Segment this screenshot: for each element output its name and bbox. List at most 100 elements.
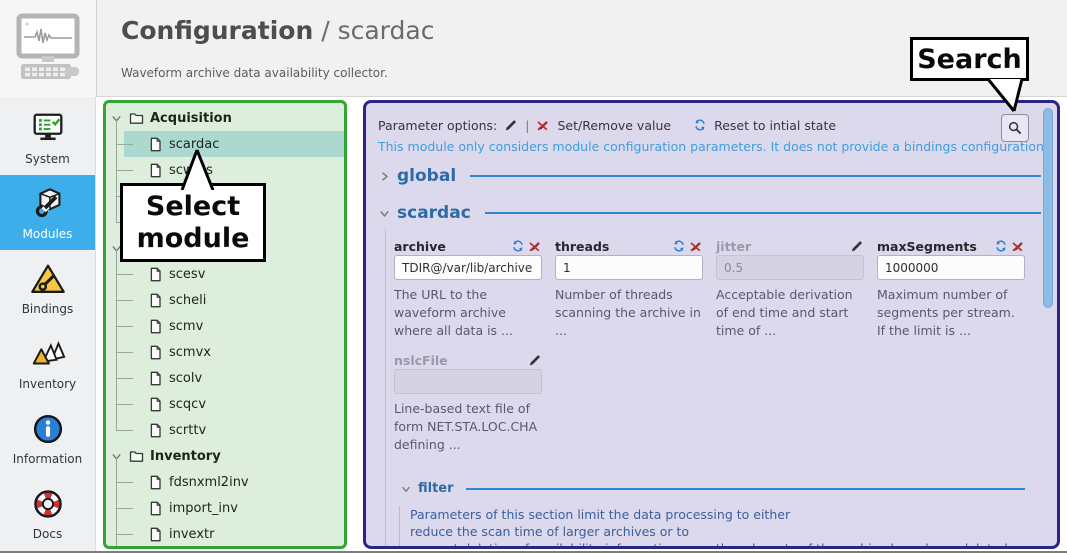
set-remove-value-label: Set/Remove value [557,118,671,133]
section-divider-line [466,488,1025,490]
file-icon [148,475,163,490]
module-notice: This module only considers module config… [378,139,1045,154]
param-name: jitter [716,239,751,254]
maxSegments-input[interactable] [877,255,1025,280]
app-logo [0,0,97,97]
tree-item-scardac[interactable]: scardac [106,131,344,157]
chevron-right-icon[interactable] [378,170,391,183]
threads-input[interactable] [555,255,703,280]
param-description: Number of threads scanning the archive i… [555,286,703,339]
select-module-callout-pointer [172,146,224,190]
subsection-filter[interactable]: filter [399,480,1025,498]
bindings-warning-wrench-icon [28,259,68,299]
file-icon [148,267,163,282]
section-divider-line [470,175,1041,177]
file-icon [148,397,163,412]
edit-value-icon[interactable] [504,118,518,132]
sidebar-item-information[interactable]: Information [0,400,95,475]
file-icon [148,527,163,542]
search-button[interactable] [1001,114,1029,142]
vertical-scrollbar-thumb[interactable] [1043,108,1053,308]
tree-item-scmv[interactable]: scmv [106,313,344,339]
param-nslcFile: nslcFile Line-based text file of form NE… [394,351,542,453]
param-description: Maximum number of segments per stream. I… [877,286,1025,339]
param-threads: threads Number of threads scanning the a… [555,237,703,339]
sidebar: System Modules Bindings Inventory Inform… [0,97,96,551]
param-description: Line-based text file of form NET.STA.LOC… [394,400,542,453]
file-icon [148,501,163,516]
nslcFile-input[interactable] [394,369,542,394]
file-icon [148,293,163,308]
sidebar-item-system[interactable]: System [0,100,95,175]
module-tree: Acquisition scardac scwfas [103,100,347,549]
sidebar-item-modules[interactable]: Modules [0,175,95,250]
modules-cube-wrench-icon [28,184,68,224]
param-name: nslcFile [394,353,448,368]
tree-item-scrttv[interactable]: scrttv [106,417,344,443]
jitter-input[interactable] [716,255,864,280]
docs-lifebuoy-icon [28,484,68,524]
remove-value-icon[interactable] [689,239,703,253]
tree-item-scesv[interactable]: scesv [106,261,344,287]
param-maxSegments: maxSegments Maximum number of segments p… [877,237,1025,339]
reset-icon[interactable] [693,118,707,132]
param-jitter: jitter Acceptable derivation of end time… [716,237,864,339]
tree-item-fdsnxml2inv[interactable]: fdsnxml2inv [106,469,344,495]
tree-item-import_inv[interactable]: import_inv [106,495,344,521]
search-icon [1007,120,1023,136]
tree-item-clipped[interactable] [106,547,344,549]
reset-to-initial-label: Reset to intial state [714,118,836,133]
section-global[interactable]: global [378,164,1041,188]
tree-item-scheli[interactable]: scheli [106,287,344,313]
edit-value-icon[interactable] [528,353,542,367]
folder-icon [129,111,144,126]
tree-item-scwfas[interactable]: scwfas [106,157,344,183]
file-icon [148,163,163,178]
tree-item-scolv[interactable]: scolv [106,365,344,391]
tree-item-scqcv[interactable]: scqcv [106,391,344,417]
system-monitor-checklist-icon [28,109,68,149]
sidebar-item-inventory[interactable]: Inventory [0,325,95,400]
filter-description: Parameters of this section limit the dat… [399,506,1041,550]
information-circle-icon [28,409,68,449]
file-icon [148,319,163,334]
page-header: Configuration / scardac Waveform archive… [0,0,1067,97]
chevron-down-icon[interactable] [378,207,391,220]
reset-param-icon[interactable] [994,239,1008,253]
inventory-triangles-icon [28,334,68,374]
param-name: maxSegments [877,239,977,254]
section-scardac[interactable]: scardac [378,201,1041,225]
remove-value-icon[interactable] [528,239,542,253]
toolbar-separator: | [525,118,529,133]
tree-item-scmvx[interactable]: scmvx [106,339,344,365]
parameter-panel: Parameter options: | Set/Remove value Re… [363,100,1060,549]
archive-input[interactable] [394,255,542,280]
page-title: Configuration / scardac [121,16,434,45]
parameter-toolbar: Parameter options: | Set/Remove value Re… [366,103,1057,137]
sidebar-item-bindings[interactable]: Bindings [0,250,95,325]
tree-item-invextr[interactable]: invextr [106,521,344,547]
param-archive: archive The URL to the waveform archive … [394,237,542,339]
param-name: archive [394,239,446,254]
remove-value-icon[interactable] [536,118,550,132]
reset-param-icon[interactable] [672,239,686,253]
seiscomp-monitor-icon [13,12,83,86]
tree-folder-inventory[interactable]: Inventory [106,443,344,469]
title-separator: / [313,16,337,45]
remove-value-icon[interactable] [1011,239,1025,253]
param-description: The URL to the waveform archive where al… [394,286,542,339]
sidebar-item-docs[interactable]: Docs [0,475,95,550]
param-name: threads [555,239,609,254]
chevron-down-icon[interactable] [399,482,412,495]
edit-value-icon[interactable] [850,239,864,253]
parameter-options-label: Parameter options: [378,118,497,133]
section-divider-line [485,212,1041,214]
module-description: Waveform archive data availability colle… [121,66,388,80]
file-icon [148,137,163,152]
param-description: Acceptable derivation of end time and st… [716,286,864,339]
tree-folder-acquisition[interactable]: Acquisition [106,105,344,131]
reset-param-icon[interactable] [511,239,525,253]
page-title-section: Configuration [121,16,313,45]
file-icon [148,423,163,438]
search-callout-pointer [980,79,1026,113]
